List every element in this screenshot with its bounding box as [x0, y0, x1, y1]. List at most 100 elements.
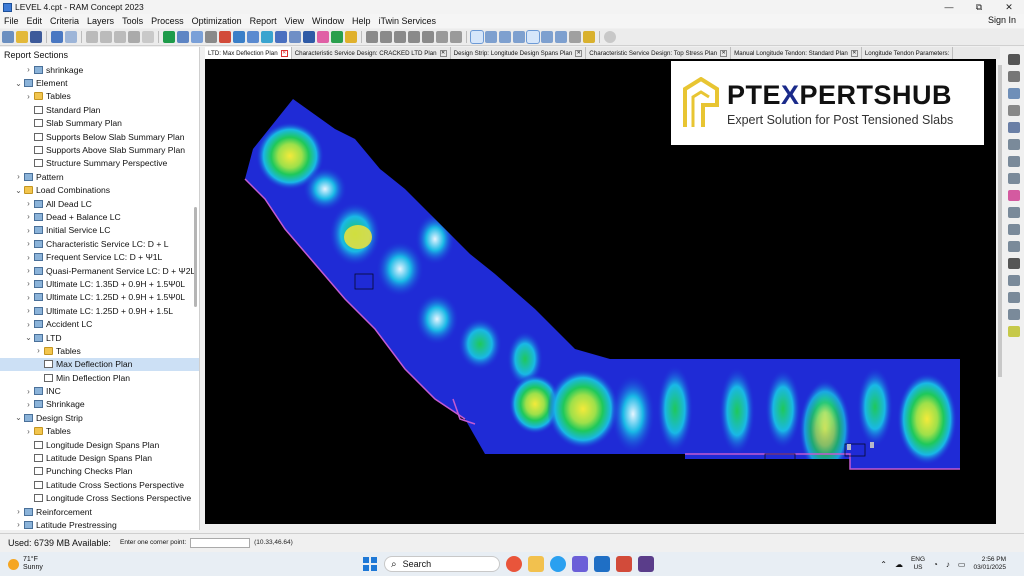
undo-icon[interactable]	[51, 31, 63, 43]
tree-item[interactable]: Structure Summary Perspective	[0, 157, 199, 170]
sign-in-link[interactable]: Sign In	[988, 15, 1016, 25]
pen-icon[interactable]	[1008, 122, 1020, 133]
tree-item[interactable]: Min Deflection Plan	[0, 371, 199, 384]
tab-top-stress[interactable]: Characteristic Service Design: Top Stres…	[586, 47, 732, 59]
chevron-down-icon[interactable]: ⌄	[14, 413, 23, 422]
funnel-icon[interactable]	[1008, 71, 1020, 82]
zoom-previous-icon[interactable]	[422, 31, 434, 43]
chevron-right-icon[interactable]: ›	[14, 172, 23, 181]
delete-icon[interactable]	[128, 31, 140, 43]
tab-ltd-max-deflection[interactable]: LTD: Max Deflection Plan ✕	[205, 47, 292, 59]
ram-concept-taskbar-icon[interactable]	[638, 556, 654, 572]
display-slider-icon[interactable]	[604, 31, 616, 43]
line-icon[interactable]	[1008, 224, 1020, 235]
chevron-right-icon[interactable]: ›	[24, 427, 33, 436]
tree-item[interactable]: Max Deflection Plan	[0, 357, 199, 371]
perpendicular-snap-icon[interactable]	[541, 31, 553, 43]
menu-edit[interactable]: Edit	[23, 16, 47, 26]
redo-icon[interactable]	[65, 31, 77, 43]
dimension-icon[interactable]	[1008, 241, 1020, 252]
measure-icon[interactable]	[219, 31, 231, 43]
tree-item[interactable]: › Initial Service LC	[0, 224, 199, 237]
maximize-button[interactable]: ⧉	[964, 0, 994, 14]
tree-item[interactable]: › Reinforcement	[0, 505, 199, 518]
chevron-right-icon[interactable]: ›	[24, 239, 33, 248]
tree-item[interactable]: › Frequent Service LC: D + Ψ1L	[0, 250, 199, 263]
settings-icon[interactable]	[331, 31, 343, 43]
tab-longitude-tendon-parameters[interactable]: Longitude Tendon Parameters:	[861, 47, 954, 59]
chevron-right-icon[interactable]: ›	[14, 507, 23, 516]
move-icon[interactable]	[1008, 173, 1020, 184]
report-icon[interactable]	[303, 31, 315, 43]
tree-item[interactable]: ⌄ Load Combinations	[0, 184, 199, 197]
zoom-extents-icon[interactable]	[408, 31, 420, 43]
weather-widget[interactable]: 71°F Sunny	[8, 556, 43, 572]
tree-item[interactable]: › Tables	[0, 344, 199, 357]
tree-item[interactable]: ⌄ Design Strip	[0, 411, 199, 424]
tree-item[interactable]: Longitude Design Spans Plan	[0, 438, 199, 451]
tree-item[interactable]: › INC	[0, 384, 199, 397]
panel-scrollbar[interactable]	[194, 207, 197, 307]
select-all-icon[interactable]	[142, 31, 154, 43]
menu-help[interactable]: Help	[348, 16, 375, 26]
tree-item[interactable]: › Ultimate LC: 1.25D + 0.9H + 1.5L	[0, 304, 199, 317]
paste-icon[interactable]	[114, 31, 126, 43]
zoom-in-icon[interactable]	[380, 31, 392, 43]
chevron-down-icon[interactable]: ⌄	[14, 79, 23, 88]
menu-itwin-services[interactable]: iTwin Services	[375, 16, 441, 26]
open-folder-icon[interactable]	[16, 31, 28, 43]
chevron-right-icon[interactable]: ›	[24, 266, 33, 275]
chevron-right-icon[interactable]: ›	[24, 400, 33, 409]
tree-item[interactable]: › Latitude Prestressing	[0, 518, 199, 530]
print-icon[interactable]	[289, 31, 301, 43]
chevron-right-icon[interactable]: ›	[24, 226, 33, 235]
select-tool-icon[interactable]	[470, 30, 484, 44]
layers-icon[interactable]	[177, 31, 189, 43]
tab-longitude-design-spans[interactable]: Design Strip: Longitude Design Spans Pla…	[450, 47, 587, 59]
pointer-icon[interactable]	[1008, 54, 1020, 65]
menu-layers[interactable]: Layers	[83, 16, 118, 26]
cloud-icon[interactable]: ☁	[895, 560, 903, 569]
battery-icon[interactable]: ▭	[958, 560, 966, 569]
tree-item[interactable]: › Shrinkage	[0, 398, 199, 411]
load-icon[interactable]	[1008, 326, 1020, 337]
zoom-out-icon[interactable]	[394, 31, 406, 43]
chevron-right-icon[interactable]: ›	[24, 306, 33, 315]
text-size-down-icon[interactable]	[450, 31, 462, 43]
chevron-down-icon[interactable]: ⌄	[14, 186, 23, 195]
grid-snap-icon[interactable]	[555, 31, 567, 43]
plan-canvas[interactable]: PTEXPERTSHUB Expert Solution for Post Te…	[205, 59, 996, 524]
tree-item[interactable]: › Characteristic Service LC: D + L	[0, 237, 199, 250]
rotate-icon[interactable]	[233, 31, 245, 43]
filter-icon[interactable]	[275, 31, 287, 43]
tree-item[interactable]: › Tables	[0, 90, 199, 103]
menu-process[interactable]: Process	[147, 16, 188, 26]
canvas-vertical-scrollbar[interactable]	[998, 65, 1002, 377]
perspective-icon[interactable]	[163, 31, 175, 43]
tree-item[interactable]: › Pattern	[0, 170, 199, 183]
tree-item[interactable]: › Ultimate LC: 1.25D + 0.9H + 1.5Ψ0L	[0, 291, 199, 304]
chevron-right-icon[interactable]: ›	[24, 212, 33, 221]
tree-item[interactable]: Longitude Cross Sections Perspective	[0, 492, 199, 505]
tree-item[interactable]: › Tables	[0, 425, 199, 438]
text-size-up-icon[interactable]	[436, 31, 448, 43]
midpoint-snap-icon[interactable]	[513, 31, 525, 43]
edge-icon[interactable]	[550, 556, 566, 572]
start-button-icon[interactable]	[362, 556, 378, 572]
close-button[interactable]: ✕	[994, 0, 1024, 14]
clock[interactable]: 2:56 PM 03/01/2025	[973, 556, 1006, 572]
menu-report[interactable]: Report	[246, 16, 281, 26]
color-wheel-icon[interactable]	[317, 31, 329, 43]
chevron-right-icon[interactable]: ›	[24, 387, 33, 396]
menu-optimization[interactable]: Optimization	[188, 16, 246, 26]
file-explorer-icon[interactable]	[528, 556, 544, 572]
close-tab-icon[interactable]: ✕	[720, 49, 728, 57]
tree-item[interactable]: Slab Summary Plan	[0, 117, 199, 130]
chevron-right-icon[interactable]: ›	[34, 346, 43, 355]
tree-item[interactable]: Supports Above Slab Summary Plan	[0, 143, 199, 156]
tab-cracked-ltd[interactable]: Characteristic Service Design: CRACKED L…	[291, 47, 451, 59]
tree-item[interactable]: ⌄ Element	[0, 76, 199, 89]
point-snap-icon[interactable]	[485, 31, 497, 43]
chevron-right-icon[interactable]: ›	[24, 92, 33, 101]
chrome-icon[interactable]	[506, 556, 522, 572]
